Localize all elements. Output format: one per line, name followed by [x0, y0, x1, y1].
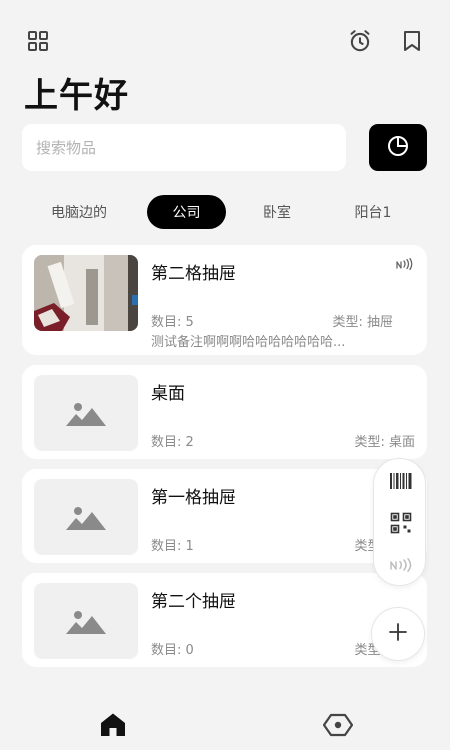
tab-balcony[interactable]: 阳台1	[340, 195, 406, 229]
item-note: 测试备注啊啊啊哈哈哈哈哈哈哈...	[151, 335, 346, 350]
add-button[interactable]	[371, 607, 425, 661]
image-placeholder-icon	[34, 583, 138, 659]
item-title: 第二格抽屉	[151, 264, 236, 284]
item-photo	[34, 255, 138, 331]
grid-icon[interactable]	[25, 28, 51, 54]
nfc-icon[interactable]	[374, 547, 427, 583]
item-title: 桌面	[151, 384, 185, 404]
home-icon[interactable]	[98, 710, 128, 740]
search-input[interactable]	[22, 124, 346, 171]
stats-button[interactable]	[369, 124, 427, 171]
qr-code-icon[interactable]	[374, 505, 427, 541]
item-type: 类型: 桌面	[354, 435, 415, 450]
bookmark-icon[interactable]	[399, 28, 425, 54]
top-bar	[0, 28, 450, 56]
item-count: 数目: 1	[151, 539, 194, 554]
tab-bedroom[interactable]: 卧室	[245, 195, 309, 229]
image-placeholder-icon	[34, 375, 138, 451]
eye-icon[interactable]	[323, 710, 353, 740]
item-count: 数目: 0	[151, 643, 194, 658]
nfc-icon	[395, 255, 413, 274]
add-icon	[389, 623, 407, 645]
tab-company[interactable]: 公司	[147, 195, 226, 229]
greeting-title: 上午好	[24, 76, 129, 116]
list-item[interactable]: 桌面 数目: 2 类型: 桌面	[22, 365, 427, 459]
location-tabs: 电脑边的 公司 卧室 阳台1	[0, 195, 450, 229]
pie-chart-icon	[386, 134, 410, 162]
list-item[interactable]: 第二个抽屉 数目: 0 类型: 抽屉	[22, 573, 427, 667]
tab-desk-side[interactable]: 电脑边的	[34, 195, 124, 229]
item-title: 第一格抽屉	[151, 488, 236, 508]
list-item[interactable]: 第一格抽屉 数目: 1 类型: 抽屉	[22, 469, 427, 563]
alarm-icon[interactable]	[347, 28, 373, 54]
bottom-nav	[0, 700, 450, 750]
item-type: 类型: 抽屉	[332, 315, 393, 330]
home-screen: 上午好 电脑边的 公司 卧室 阳台1	[0, 0, 450, 750]
image-placeholder-icon	[34, 479, 138, 555]
list-item[interactable]: 第二格抽屉 数目: 5 类型: 抽屉 测试备注啊啊啊哈哈哈哈哈哈哈...	[22, 245, 427, 355]
item-count: 数目: 2	[151, 435, 194, 450]
barcode-icon[interactable]	[374, 463, 427, 499]
item-title: 第二个抽屉	[151, 592, 236, 612]
tool-panel	[373, 458, 426, 586]
item-count: 数目: 5	[151, 315, 194, 330]
